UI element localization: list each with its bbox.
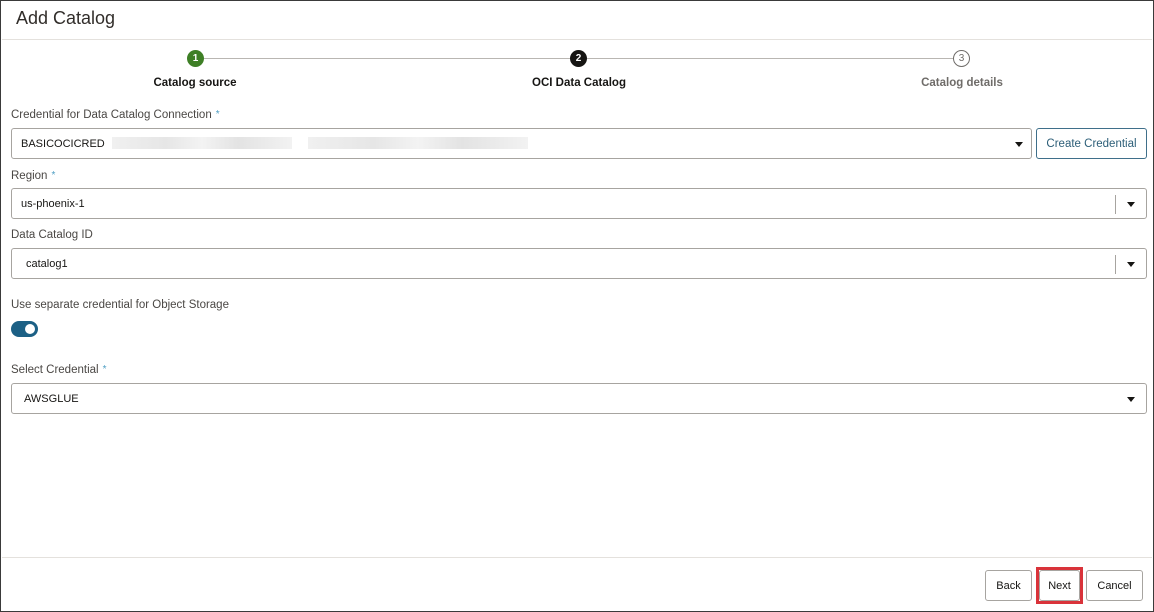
title-divider — [2, 39, 1152, 40]
catalog-id-label: Data Catalog ID — [11, 229, 93, 241]
credential-select[interactable]: BASICOCICRED — [11, 128, 1032, 159]
step-2-label[interactable]: OCI Data Catalog — [532, 77, 626, 89]
add-catalog-dialog: Add Catalog 1 2 3 Catalog source OCI Dat… — [0, 0, 1154, 612]
chevron-down-icon[interactable] — [1127, 397, 1135, 402]
select-credential-label: Select Credential * — [11, 364, 106, 376]
toggle-knob — [25, 324, 35, 334]
step-3-indicator[interactable]: 3 — [953, 50, 970, 67]
credential-label: Credential for Data Catalog Connection * — [11, 109, 220, 121]
step-3-label[interactable]: Catalog details — [921, 77, 1003, 89]
step-connector-1 — [204, 58, 570, 59]
step-1-indicator[interactable]: 1 — [187, 50, 204, 67]
required-mark: * — [51, 170, 56, 181]
redacted-text — [308, 137, 528, 149]
create-credential-button[interactable]: Create Credential — [1036, 128, 1147, 159]
select-credential-label-text: Select Credential — [11, 364, 99, 376]
chevron-down-icon[interactable] — [1127, 202, 1135, 207]
required-mark: * — [102, 364, 107, 375]
select-credential-value: AWSGLUE — [24, 393, 79, 405]
step-2-indicator[interactable]: 2 — [570, 50, 587, 67]
credential-select-value: BASICOCICRED — [21, 138, 105, 150]
catalog-id-select-value: catalog1 — [26, 258, 68, 270]
step-1-label[interactable]: Catalog source — [153, 77, 236, 89]
redacted-text — [112, 137, 292, 149]
region-select[interactable]: us-phoenix-1 — [11, 188, 1147, 219]
separate-credential-toggle[interactable] — [11, 321, 38, 337]
catalog-id-select[interactable]: catalog1 — [11, 248, 1147, 279]
back-button[interactable]: Back — [985, 570, 1032, 601]
credential-label-text: Credential for Data Catalog Connection — [11, 109, 212, 121]
separate-credential-label: Use separate credential for Object Stora… — [11, 299, 229, 311]
region-label-text: Region — [11, 170, 48, 182]
region-select-value: us-phoenix-1 — [21, 198, 85, 210]
next-button-highlight — [1036, 567, 1083, 604]
cancel-button[interactable]: Cancel — [1086, 570, 1143, 601]
select-divider — [1115, 255, 1116, 274]
footer-divider — [2, 557, 1152, 558]
chevron-down-icon[interactable] — [1127, 262, 1135, 267]
chevron-down-icon[interactable] — [1015, 142, 1023, 147]
region-label: Region * — [11, 170, 55, 182]
select-credential-select[interactable]: AWSGLUE — [11, 383, 1147, 414]
dialog-title: Add Catalog — [16, 8, 116, 28]
select-divider — [1115, 195, 1116, 214]
step-connector-2 — [587, 58, 953, 59]
required-mark: * — [215, 109, 220, 120]
